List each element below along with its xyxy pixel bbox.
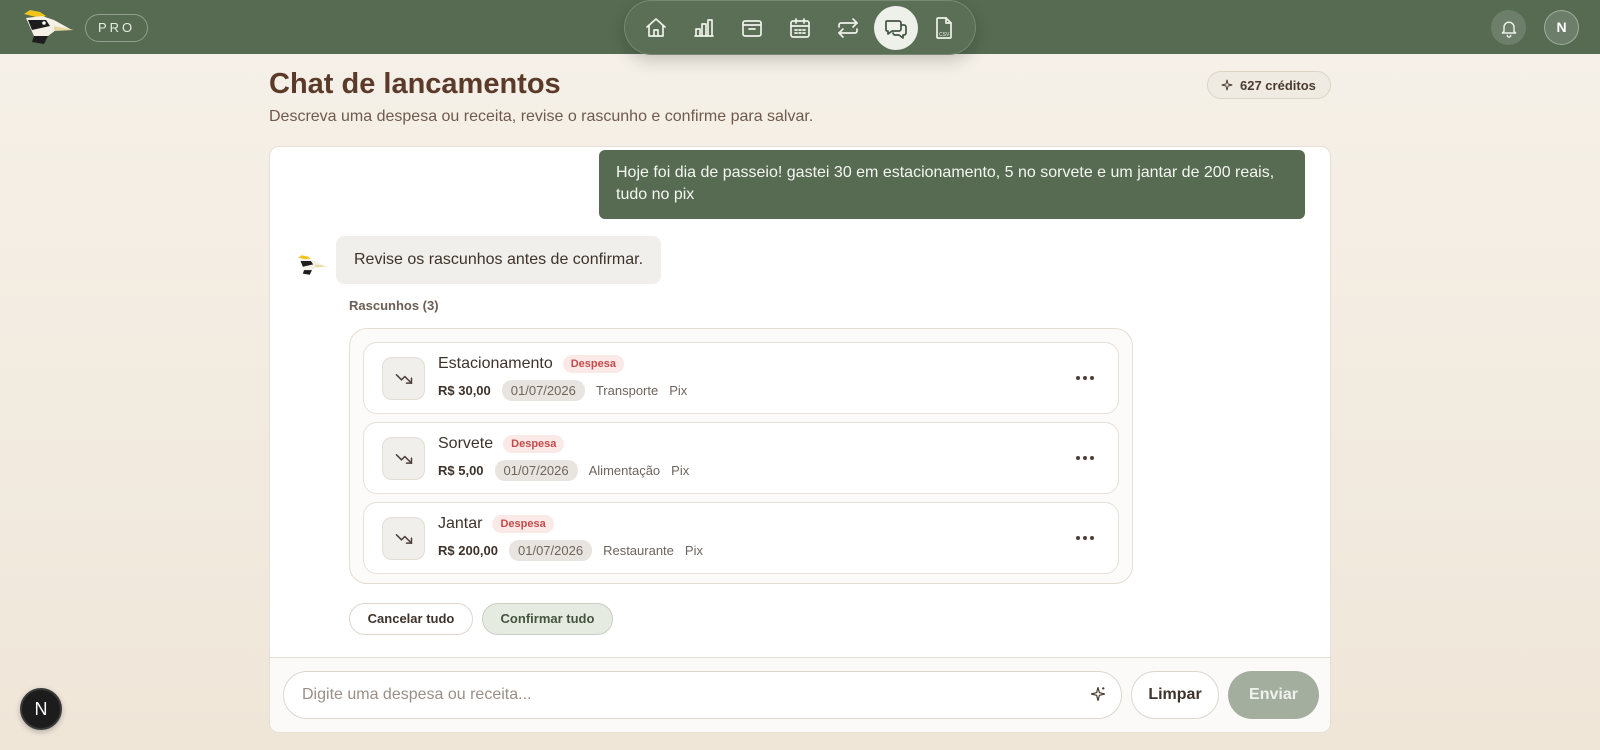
transfer-arrows-icon: [838, 17, 858, 38]
draft-amount: R$ 30,00: [438, 383, 491, 398]
main-nav: CSV: [624, 0, 976, 55]
nav-home[interactable]: [634, 6, 678, 50]
chat-icon: [885, 19, 907, 39]
draft-amount: R$ 5,00: [438, 463, 484, 478]
page-title: Chat de lancamentos: [269, 68, 561, 100]
wallet-icon: [742, 19, 762, 37]
message-input-wrapper: [283, 671, 1122, 719]
bar-chart-icon: [694, 18, 714, 37]
draft-category: Restaurante: [603, 543, 674, 558]
user-message: Hoje foi dia de passeio! gastei 30 em es…: [599, 150, 1305, 219]
confirm-all-button[interactable]: Confirmar tudo: [482, 603, 613, 635]
chat-panel: Hoje foi dia de passeio! gastei 30 em es…: [269, 146, 1331, 733]
more-options-icon[interactable]: [1072, 365, 1098, 391]
notifications-button[interactable]: [1491, 10, 1526, 45]
draft-type-badge: Despesa: [503, 435, 565, 453]
drafts-label: Rascunhos (3): [349, 298, 439, 313]
more-options-icon[interactable]: [1072, 445, 1098, 471]
send-button[interactable]: Enviar: [1228, 671, 1319, 719]
bot-avatar-icon: [296, 251, 328, 279]
more-options-icon[interactable]: [1072, 525, 1098, 551]
credits-label: 627 créditos: [1240, 77, 1316, 93]
draft-category: Alimentação: [588, 463, 661, 478]
calendar-icon: [790, 17, 810, 38]
trending-down-icon: [382, 357, 425, 400]
nav-chat[interactable]: [874, 5, 918, 50]
page-subtitle: Descreva uma despesa ou receita, revise …: [269, 108, 814, 125]
draft-payment-method: Pix: [671, 463, 690, 478]
draft-item[interactable]: Jantar Despesa R$ 200,00 01/07/2026 Rest…: [363, 502, 1119, 574]
draft-date: 01/07/2026: [509, 540, 593, 561]
composer: Limpar Enviar: [270, 657, 1330, 732]
nav-reports[interactable]: [682, 6, 726, 50]
draft-payment-method: Pix: [669, 383, 688, 398]
drafts-list: Estacionamento Despesa R$ 30,00 01/07/20…: [349, 328, 1133, 584]
draft-payment-method: Pix: [684, 543, 703, 558]
draft-item[interactable]: Sorvete Despesa R$ 5,00 01/07/2026 Alime…: [363, 422, 1119, 494]
draft-category: Transporte: [595, 383, 659, 398]
message-input[interactable]: [302, 672, 1072, 718]
top-bar: PRO CSV N: [0, 0, 1600, 55]
draft-name: Jantar: [438, 515, 483, 532]
bell-icon: [1501, 21, 1516, 38]
csv-label: CSV: [939, 32, 950, 38]
home-icon: [646, 17, 666, 37]
woodpecker-logo[interactable]: [20, 6, 76, 48]
cancel-all-button[interactable]: Cancelar tudo: [349, 603, 473, 635]
trending-down-icon: [382, 517, 425, 560]
clear-button[interactable]: Limpar: [1131, 671, 1219, 719]
draft-name: Sorvete: [438, 435, 494, 452]
bot-message: Revise os rascunhos antes de confirmar.: [336, 236, 662, 284]
credits-badge[interactable]: 627 créditos: [1207, 71, 1331, 99]
draft-item[interactable]: Estacionamento Despesa R$ 30,00 01/07/20…: [363, 342, 1119, 414]
trending-down-icon: [382, 437, 425, 480]
pro-badge: PRO: [85, 14, 149, 42]
draft-date: 01/07/2026: [501, 380, 585, 401]
nav-csv-export[interactable]: CSV: [922, 6, 966, 50]
nav-wallet[interactable]: [730, 6, 774, 50]
draft-name: Estacionamento: [438, 355, 553, 372]
user-avatar[interactable]: N: [1544, 10, 1579, 45]
draft-amount: R$ 200,00: [438, 543, 498, 558]
sparkle-icon[interactable]: [1089, 685, 1109, 705]
draft-type-badge: Despesa: [492, 515, 554, 533]
nav-transfers[interactable]: [826, 6, 870, 50]
csv-file-icon: CSV: [936, 16, 952, 39]
draft-type-badge: Despesa: [562, 355, 624, 373]
sparkle-icon: [1221, 79, 1233, 91]
nav-calendar[interactable]: [778, 6, 822, 50]
draft-date: 01/07/2026: [494, 460, 578, 481]
floating-n-button[interactable]: N: [20, 688, 62, 730]
